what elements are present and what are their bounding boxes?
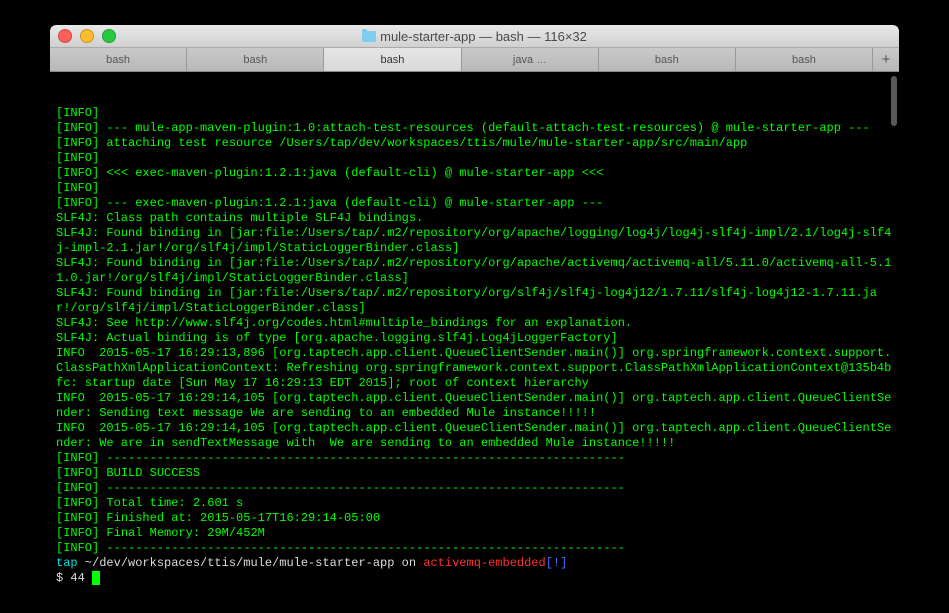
ellipsis-icon: ... (537, 54, 546, 66)
folder-icon (362, 31, 376, 42)
zoom-icon[interactable] (102, 29, 116, 43)
terminal-line: INFO 2015-05-17 16:29:14,105 [org.taptec… (56, 421, 893, 451)
terminal-line: [INFO] ---------------------------------… (56, 481, 893, 496)
tab-bash-5[interactable]: bash (736, 48, 873, 71)
terminal-line: [INFO] ---------------------------------… (56, 451, 893, 466)
prompt-line: tap ~/dev/workspaces/ttis/mule/mule-star… (56, 556, 893, 571)
traffic-lights (50, 29, 116, 43)
tab-java[interactable]: java... (462, 48, 599, 71)
terminal-line: [INFO] Finished at: 2015-05-17T16:29:14-… (56, 511, 893, 526)
minimize-icon[interactable] (80, 29, 94, 43)
terminal-line: [INFO] ---------------------------------… (56, 541, 893, 556)
terminal-line: [INFO] (56, 181, 893, 196)
terminal-line: [INFO] Final Memory: 29M/452M (56, 526, 893, 541)
prompt-input-line[interactable]: $ 44 (56, 571, 893, 585)
tab-bar: bash bash bash java... bash bash + (50, 48, 899, 72)
new-tab-button[interactable]: + (873, 48, 899, 71)
scrollbar-thumb[interactable] (891, 76, 897, 126)
window-title: mule-starter-app — bash — 116×32 (50, 29, 899, 44)
terminal-line: [INFO] Total time: 2.601 s (56, 496, 893, 511)
terminal-line: INFO 2015-05-17 16:29:14,105 [org.taptec… (56, 391, 893, 421)
titlebar[interactable]: mule-starter-app — bash — 116×32 (50, 25, 899, 48)
tab-bash-active[interactable]: bash (324, 48, 461, 71)
tab-bash-1[interactable]: bash (50, 48, 187, 71)
terminal-line: [INFO] <<< exec-maven-plugin:1.2.1:java … (56, 166, 893, 181)
terminal-line: [INFO] --- mule-app-maven-plugin:1.0:att… (56, 121, 893, 136)
terminal-line: INFO 2015-05-17 16:29:13,896 [org.taptec… (56, 346, 893, 391)
terminal-window: mule-starter-app — bash — 116×32 bash ba… (50, 25, 899, 585)
terminal-line: SLF4J: Found binding in [jar:file:/Users… (56, 256, 893, 286)
window-title-text: mule-starter-app — bash — 116×32 (380, 29, 587, 44)
terminal-line: [INFO] attaching test resource /Users/ta… (56, 136, 893, 151)
cursor-icon (92, 571, 100, 585)
terminal-content[interactable]: [INFO][INFO] --- mule-app-maven-plugin:1… (50, 72, 899, 585)
terminal-line: [INFO] --- exec-maven-plugin:1.2.1:java … (56, 196, 893, 211)
terminal-line: SLF4J: See http://www.slf4j.org/codes.ht… (56, 316, 893, 331)
terminal-line: SLF4J: Actual binding is of type [org.ap… (56, 331, 893, 346)
terminal-line: SLF4J: Found binding in [jar:file:/Users… (56, 226, 893, 256)
terminal-line: SLF4J: Class path contains multiple SLF4… (56, 211, 893, 226)
terminal-line: SLF4J: Found binding in [jar:file:/Users… (56, 286, 893, 316)
close-icon[interactable] (58, 29, 72, 43)
terminal-line: [INFO] BUILD SUCCESS (56, 466, 893, 481)
tab-bash-2[interactable]: bash (187, 48, 324, 71)
tab-bash-4[interactable]: bash (599, 48, 736, 71)
terminal-line: [INFO] (56, 151, 893, 166)
terminal-line: [INFO] (56, 106, 893, 121)
